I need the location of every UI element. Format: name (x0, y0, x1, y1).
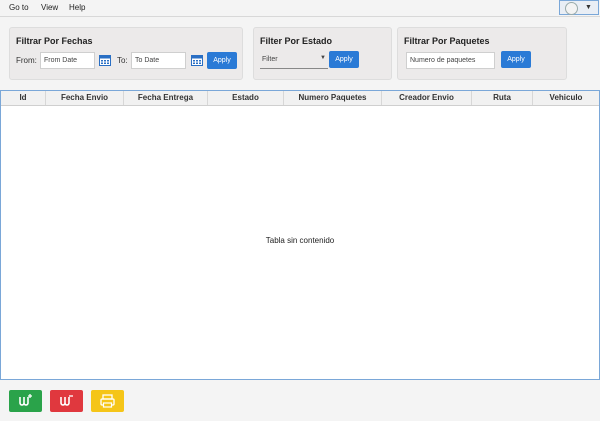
print-button[interactable] (91, 390, 124, 412)
filter-paquetes-panel: Filtrar Por Paquetes Numero de paquetes … (397, 27, 567, 80)
column-header-estado[interactable]: Estado (208, 91, 284, 105)
menu-go-to[interactable]: Go to (9, 3, 29, 12)
filter-paquetes-title: Filtrar Por Paquetes (404, 36, 490, 46)
column-header-vehiculo[interactable]: Vehiculo (533, 91, 599, 105)
menu-view[interactable]: View (41, 3, 58, 12)
estado-select[interactable]: Filter ▼ (260, 52, 328, 69)
column-header-fecha-entrega[interactable]: Fecha Entrega (124, 91, 208, 105)
chevron-down-icon: ▼ (585, 4, 592, 11)
filter-estado-panel: Filter Por Estado Filter ▼ Apply (253, 27, 392, 80)
column-header-ruta[interactable]: Ruta (472, 91, 533, 105)
user-menu-button[interactable]: ▼ (559, 0, 599, 15)
column-header-fecha-envio[interactable]: Fecha Envio (46, 91, 124, 105)
menu-help[interactable]: Help (69, 3, 85, 12)
to-date-input[interactable]: To Date (131, 52, 186, 69)
filter-estado-title: Filter Por Estado (260, 36, 333, 46)
envios-table: Id Fecha Envio Fecha Entrega Estado Nume… (0, 90, 600, 380)
add-user-icon (19, 394, 32, 406)
table-header: Id Fecha Envio Fecha Entrega Estado Nume… (1, 91, 599, 106)
calendar-icon[interactable] (191, 54, 203, 66)
to-label: To: (117, 56, 128, 65)
user-avatar-icon (565, 2, 578, 15)
filter-dates-title: Filtrar Por Fechas (16, 36, 93, 46)
table-empty-message: Tabla sin contenido (265, 236, 335, 245)
action-bar (0, 381, 600, 421)
column-header-id[interactable]: Id (1, 91, 46, 105)
chevron-down-icon: ▼ (320, 55, 326, 61)
column-header-numero-paquetes[interactable]: Numero Paquetes (284, 91, 382, 105)
calendar-icon[interactable] (99, 54, 111, 66)
menu-bar: Go to View Help ▼ (0, 0, 600, 17)
estado-select-value: Filter (262, 56, 278, 63)
remove-user-icon (60, 395, 73, 406)
filter-dates-panel: Filtrar Por Fechas From: From Date To: T… (9, 27, 243, 80)
apply-paquetes-button[interactable]: Apply (501, 51, 531, 68)
apply-dates-button[interactable]: Apply (207, 52, 237, 69)
remove-envio-button[interactable] (50, 390, 83, 412)
column-header-creador-envio[interactable]: Creador Envio (382, 91, 472, 105)
apply-estado-button[interactable]: Apply (329, 51, 359, 68)
add-envio-button[interactable] (9, 390, 42, 412)
from-date-input[interactable]: From Date (40, 52, 95, 69)
from-label: From: (16, 56, 37, 65)
paquetes-input[interactable]: Numero de paquetes (406, 52, 495, 69)
printer-icon (100, 394, 115, 408)
